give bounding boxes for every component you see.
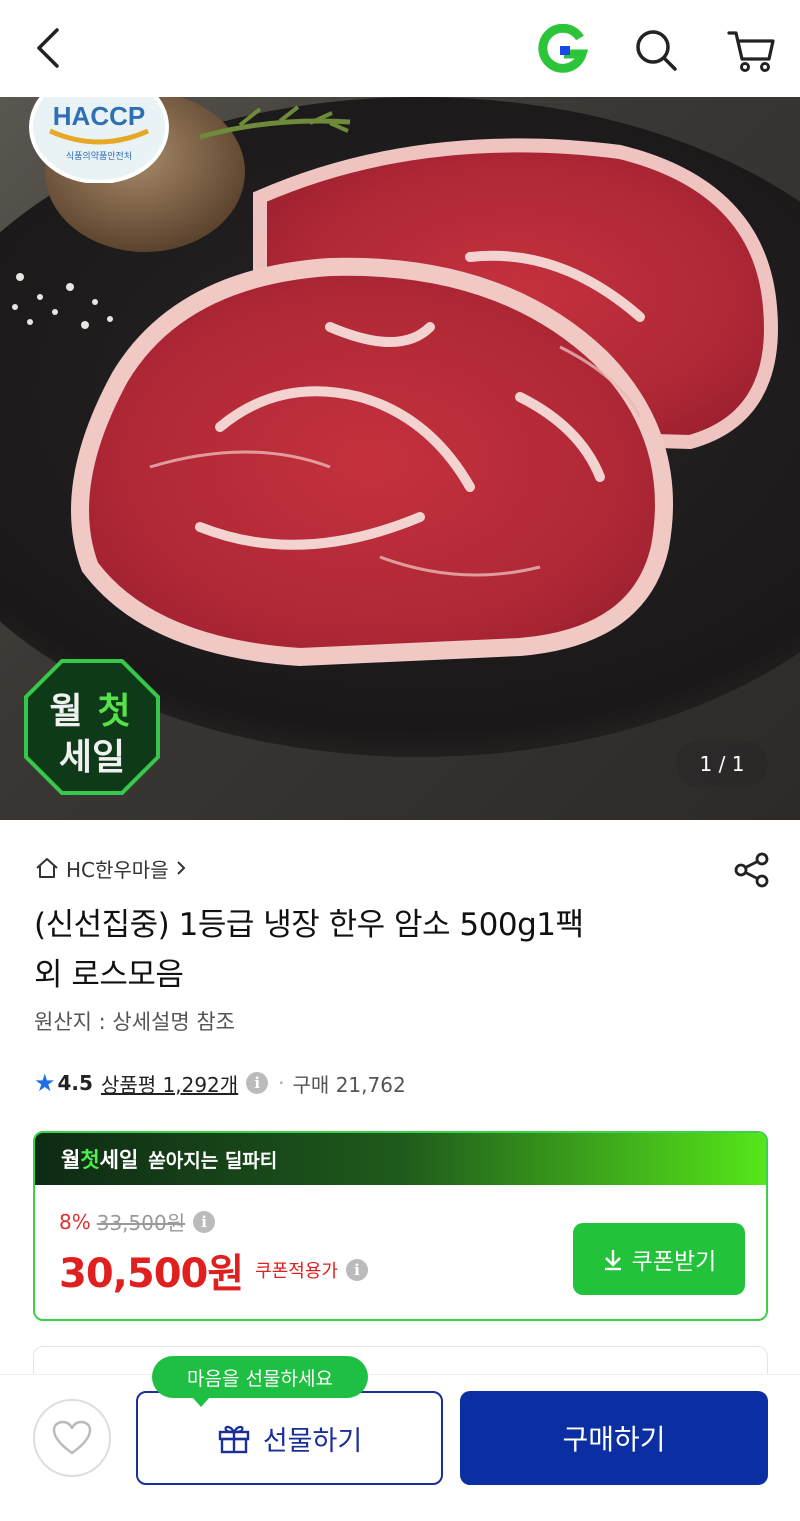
discount-row: 8% 33,500원 i: [59, 1207, 216, 1236]
home-icon: [36, 858, 58, 878]
product-title-line-1: (신선집중) 1등급 냉장 한우 암소 500g1팩: [34, 907, 584, 943]
reviews-link[interactable]: 상품평 1,292개: [101, 1069, 238, 1098]
sale-badge-char-2: 첫: [97, 691, 130, 732]
search-icon: [636, 30, 677, 71]
sale-badge-char-1: 월: [49, 691, 82, 732]
gmarket-home-button[interactable]: [530, 22, 594, 78]
original-price: 33,500원: [96, 1211, 186, 1235]
gift-button-label: 선물하기: [262, 1425, 363, 1457]
rating-row: ★ 4.5 상품평 1,292개 i · 구매 21,762: [34, 1066, 406, 1100]
cart-button[interactable]: [722, 22, 782, 78]
haccp-text: HACCP: [53, 101, 145, 131]
rating-score: 4.5: [57, 1071, 93, 1095]
discount-percent: 8%: [59, 1209, 91, 1234]
chevron-right-icon: [176, 861, 186, 875]
star-icon: ★: [34, 1069, 56, 1097]
origin-info: 원산지 : 상세설명 참조: [34, 1010, 235, 1034]
deal-brand: 월첫세일: [61, 1148, 139, 1172]
monthly-first-sale-badge: 월 첫 세일: [22, 657, 162, 797]
back-button[interactable]: [22, 22, 74, 74]
gift-tooltip: 마음을 선물하세요: [152, 1356, 368, 1407]
haccp-subtext: 식품의약품안전처: [66, 150, 132, 162]
bottom-action-bar: 선물하기 구매하기: [0, 1374, 800, 1521]
get-coupon-button[interactable]: 쿠폰받기: [573, 1223, 745, 1295]
sale-price: 30,500원: [59, 1251, 244, 1297]
heart-icon: [52, 1420, 92, 1455]
top-header: [0, 0, 800, 97]
info-icon[interactable]: i: [246, 1072, 269, 1094]
wishlist-button[interactable]: [33, 1399, 111, 1477]
product-title: (신선집중) 1등급 냉장 한우 암소 500g1팩 외 로스모음: [34, 900, 734, 1000]
search-button[interactable]: [628, 22, 684, 78]
price-info-icon[interactable]: i: [193, 1210, 216, 1233]
sale-badge-line-2: 세일: [59, 737, 125, 778]
share-button[interactable]: [730, 848, 774, 892]
separator-dot: ·: [278, 1071, 285, 1095]
product-title-line-2: 외 로스모음: [34, 957, 184, 993]
gift-button[interactable]: 선물하기: [136, 1391, 443, 1485]
shop-link[interactable]: HC한우마을: [34, 852, 187, 884]
gmarket-g-icon: [538, 24, 588, 73]
product-image-carousel[interactable]: HACCP 식품의약품안전처 월 첫 세일 1 / 1: [0, 97, 800, 820]
purchase-count: 구매 21,762: [292, 1072, 406, 1097]
deal-header: 월첫세일 쏟아지는 딜파티: [35, 1133, 766, 1185]
chevron-left-icon: [37, 28, 59, 68]
download-icon: [604, 1250, 621, 1271]
shop-name: HC한우마을: [66, 857, 169, 882]
image-page-counter: 1 / 1: [676, 741, 768, 787]
gift-icon: [218, 1425, 250, 1454]
deal-box: 월첫세일 쏟아지는 딜파티 8% 33,500원 i 30,500원 쿠폰적용가…: [33, 1131, 768, 1321]
get-coupon-label: 쿠폰받기: [631, 1248, 717, 1274]
share-icon: [734, 852, 769, 888]
cart-icon: [727, 31, 775, 72]
buy-button[interactable]: 구매하기: [460, 1391, 768, 1485]
haccp-badge: HACCP 식품의약품안전처: [28, 97, 170, 184]
coupon-price-label: 쿠폰적용가: [255, 1261, 338, 1282]
price-row: 30,500원 쿠폰적용가 i: [59, 1241, 368, 1299]
deal-headline: 쏟아지는 딜파티: [148, 1149, 278, 1172]
coupon-info-icon[interactable]: i: [345, 1259, 368, 1281]
